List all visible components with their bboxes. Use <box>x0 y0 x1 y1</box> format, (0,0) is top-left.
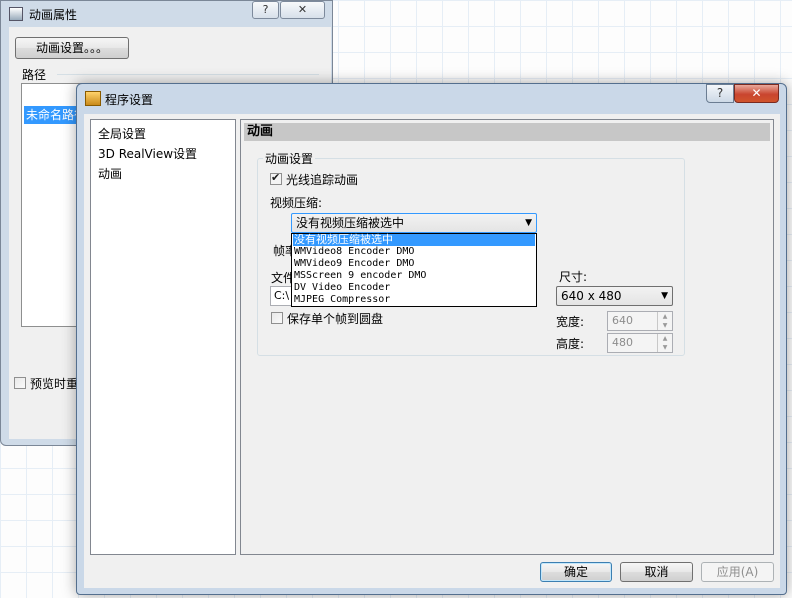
preview-checkbox[interactable] <box>14 377 26 389</box>
size-value: 640 x 480 <box>561 289 622 303</box>
save-frame-checkbox[interactable] <box>271 312 283 324</box>
chevron-down-icon: ▼ <box>661 291 668 301</box>
animation-settings-button[interactable]: 动画设置。。。 <box>15 37 129 59</box>
height-label: 高度: <box>556 337 585 351</box>
dropdown-option[interactable]: MSScreen 9 encoder DMO <box>293 270 535 282</box>
close-button[interactable]: ✕ <box>734 84 779 103</box>
dropdown-option[interactable]: WMVideo9 Encoder DMO <box>293 258 535 270</box>
front-window-title: 程序设置 <box>105 93 154 107</box>
app-icon <box>9 7 23 21</box>
group-title: 动画设置 <box>263 150 316 167</box>
video-compression-dropdown[interactable]: 没有视频压缩被选中 WMVideo8 Encoder DMO WMVideo9 … <box>291 233 537 307</box>
preview-label: 预览时重 <box>30 377 79 391</box>
tree-item-animation[interactable]: 动画 <box>98 165 122 182</box>
path-divider <box>57 74 319 75</box>
width-value: 640 <box>612 314 633 327</box>
dropdown-option[interactable]: DV Video Encoder <box>293 282 535 294</box>
video-compression-label: 视频压缩: <box>270 196 323 210</box>
tree-item-global-settings[interactable]: 全局设置 <box>98 125 146 142</box>
tree-item-realview-settings[interactable]: 3D RealView设置 <box>98 145 197 162</box>
height-spinner[interactable]: 480 ▲ ▼ <box>607 333 673 353</box>
cancel-button[interactable]: 取消 <box>620 562 693 582</box>
help-button[interactable]: ? <box>706 84 734 103</box>
panel-title: 动画 <box>244 123 770 141</box>
width-label: 宽度: <box>556 315 585 329</box>
settings-app-icon <box>85 91 101 106</box>
spin-down-icon[interactable]: ▼ <box>657 343 672 352</box>
chevron-down-icon: ▼ <box>525 218 532 228</box>
ok-button[interactable]: 确定 <box>540 562 612 582</box>
spin-up-icon[interactable]: ▲ <box>657 312 672 321</box>
dropdown-option[interactable]: WMVideo8 Encoder DMO <box>293 246 535 258</box>
save-frame-label: 保存单个帧到圆盘 <box>287 312 384 326</box>
raytrace-label: 光线追踪动画 <box>286 173 359 187</box>
path-label: 路径 <box>22 68 47 82</box>
front-window-client: 全局设置 3D RealView设置 动画 动画 动画设置 ✔ 光线追踪动画 视… <box>84 114 780 588</box>
checkmark-icon: ✔ <box>271 171 281 184</box>
width-spinner[interactable]: 640 ▲ ▼ <box>607 311 673 331</box>
dropdown-option[interactable]: 没有视频压缩被选中 <box>293 234 535 246</box>
size-select[interactable]: 640 x 480 ▼ <box>556 286 673 306</box>
apply-button[interactable]: 应用(A) <box>701 562 774 582</box>
settings-tree: 全局设置 3D RealView设置 动画 <box>90 119 236 555</box>
back-window-title: 动画属性 <box>29 8 78 22</box>
program-settings-window: 程序设置 ? ✕ 全局设置 3D RealView设置 动画 动画 动画设置 ✔… <box>76 83 787 595</box>
raytrace-checkbox[interactable]: ✔ <box>270 171 282 185</box>
help-button[interactable]: ? <box>252 1 279 19</box>
spin-down-icon[interactable]: ▼ <box>657 321 672 330</box>
dropdown-option[interactable]: MJPEG Compressor <box>293 294 535 306</box>
spin-up-icon[interactable]: ▲ <box>657 334 672 343</box>
close-button[interactable]: ✕ <box>280 1 325 19</box>
height-value: 480 <box>612 336 633 349</box>
size-label: 尺寸: <box>559 270 588 284</box>
video-compression-value: 没有视频压缩被选中 <box>296 216 405 230</box>
video-compression-select[interactable]: 没有视频压缩被选中 ▼ <box>291 213 537 233</box>
settings-panel: 动画 动画设置 ✔ 光线追踪动画 视频压缩: 没有视频压缩被选中 ▼ 帧率 文件… <box>240 119 774 555</box>
